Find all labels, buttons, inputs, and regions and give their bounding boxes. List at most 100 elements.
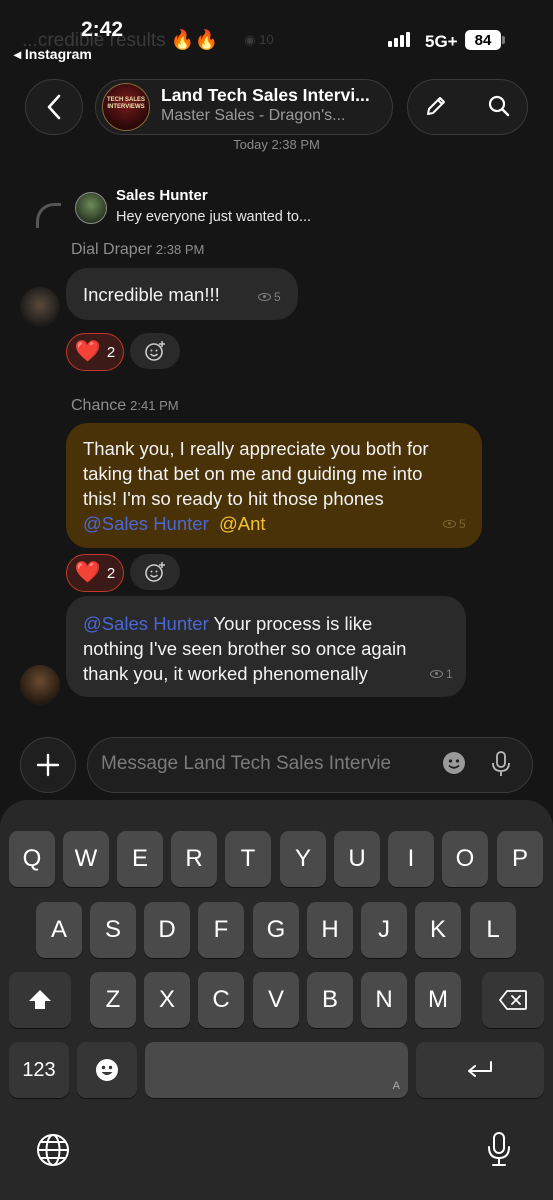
date-separator: Today 2:38 PM: [233, 137, 320, 152]
delete-icon: [499, 990, 527, 1010]
key[interactable]: Y: [280, 831, 326, 887]
sender-avatar[interactable]: [20, 287, 60, 327]
return-icon: [468, 1061, 492, 1077]
key[interactable]: J: [361, 902, 407, 958]
globe-button[interactable]: [36, 1133, 70, 1172]
reply-snippet[interactable]: Hey everyone just wanted to...: [116, 209, 311, 225]
reply-author[interactable]: Sales Hunter: [116, 187, 208, 204]
key[interactable]: Q: [9, 831, 55, 887]
key[interactable]: W: [63, 831, 109, 887]
eye-icon: [430, 670, 443, 678]
message-text: Incredible man!!!: [83, 284, 220, 305]
search-icon: [488, 95, 510, 117]
key[interactable]: B: [307, 972, 353, 1028]
key[interactable]: U: [334, 831, 380, 887]
key[interactable]: R: [171, 831, 217, 887]
key[interactable]: O: [442, 831, 488, 887]
mic-icon: [492, 751, 510, 776]
message-line: this! I'm so ready to hit those phones: [83, 488, 384, 509]
delete-key[interactable]: [482, 972, 544, 1028]
add-reaction-button[interactable]: [130, 554, 180, 590]
key[interactable]: V: [253, 972, 299, 1028]
view-count: 5: [258, 290, 281, 304]
reaction-count: 2: [106, 564, 116, 582]
reply-avatar: [75, 192, 107, 224]
attach-button[interactable]: [20, 737, 76, 793]
key[interactable]: C: [198, 972, 244, 1028]
view-count: 5: [443, 517, 466, 531]
key[interactable]: D: [144, 902, 190, 958]
return-key[interactable]: [416, 1042, 544, 1098]
network-label: 5G+: [425, 32, 458, 51]
status-time: 2:42: [81, 18, 124, 41]
eye-icon: [443, 520, 456, 528]
view-count-value: 1: [446, 667, 453, 681]
smile-plus-icon: [145, 562, 165, 582]
reply-connector: [36, 203, 61, 228]
emoji-button[interactable]: [441, 750, 467, 781]
heart-reaction[interactable]: ❤️ 2: [66, 554, 124, 592]
message-line: thank you, it worked phenomenally: [83, 663, 368, 684]
battery-icon: 84: [465, 30, 501, 50]
message-line: Thank you, I really appreciate you both …: [83, 438, 429, 459]
key[interactable]: A: [36, 902, 82, 958]
key[interactable]: Z: [90, 972, 136, 1028]
key[interactable]: P: [497, 831, 543, 887]
message-line: nothing I've seen brother so once again: [83, 638, 407, 659]
heart-reaction[interactable]: ❤️ 2: [66, 333, 124, 371]
sender-name: Dial Draper: [71, 241, 152, 258]
shift-key[interactable]: [9, 972, 71, 1028]
view-count: 1: [430, 667, 453, 681]
view-count-value: 5: [274, 290, 281, 304]
key[interactable]: L: [470, 902, 516, 958]
key[interactable]: X: [144, 972, 190, 1028]
mention-link[interactable]: @Sales Hunter: [83, 513, 209, 534]
message-time: 2:38 PM: [155, 242, 205, 257]
heart-icon: ❤️: [74, 561, 101, 584]
edit-button[interactable]: [410, 79, 462, 133]
emoji-key[interactable]: [77, 1042, 137, 1098]
back-button[interactable]: [25, 79, 83, 135]
message-sender: Dial Draper 2:38 PM: [71, 241, 204, 259]
chevron-left-icon: [47, 94, 61, 120]
group-avatar[interactable]: TECH SALES INTERVIEWS: [102, 83, 150, 131]
emoji-icon: [443, 752, 465, 774]
back-to-app-link[interactable]: ◂ Instagram: [14, 46, 92, 63]
space-key[interactable]: A: [145, 1042, 408, 1098]
key[interactable]: S: [90, 902, 136, 958]
numbers-key[interactable]: 123: [9, 1042, 69, 1098]
globe-icon: [37, 1134, 69, 1166]
key[interactable]: H: [307, 902, 353, 958]
key[interactable]: G: [253, 902, 299, 958]
mention-link[interactable]: @Ant: [219, 513, 266, 534]
signal-icon: [388, 32, 410, 47]
view-count-value: 5: [459, 517, 466, 531]
key[interactable]: K: [415, 902, 461, 958]
faded-preview-views: ◉ 10: [244, 32, 274, 47]
add-reaction-button[interactable]: [130, 333, 180, 369]
key[interactable]: T: [225, 831, 271, 887]
reaction-count: 2: [106, 343, 116, 361]
voice-button[interactable]: [490, 750, 512, 783]
message-sender: Chance 2:41 PM: [71, 397, 179, 415]
smile-plus-icon: [145, 341, 165, 361]
space-hint: A: [392, 1080, 400, 1092]
sender-name: Chance: [71, 397, 127, 414]
key[interactable]: I: [388, 831, 434, 887]
mention-link[interactable]: @Sales Hunter: [83, 613, 209, 634]
pencil-icon: [427, 97, 445, 115]
sender-avatar[interactable]: [20, 665, 60, 705]
message-text: Thank you, I really appreciate you both …: [83, 436, 429, 536]
key[interactable]: F: [198, 902, 244, 958]
key[interactable]: N: [361, 972, 407, 1028]
heart-icon: ❤️: [74, 340, 101, 363]
message-line: Your process is like: [208, 613, 373, 634]
battery-level: 84: [474, 31, 492, 49]
chat-subtitle: Master Sales - Dragon's...: [161, 107, 346, 124]
message-input[interactable]: [101, 750, 423, 778]
key[interactable]: E: [117, 831, 163, 887]
key[interactable]: M: [415, 972, 461, 1028]
dictation-button[interactable]: [486, 1131, 512, 1172]
message-line: taking that bet on me and guiding me int…: [83, 463, 423, 484]
search-button[interactable]: [473, 79, 525, 133]
